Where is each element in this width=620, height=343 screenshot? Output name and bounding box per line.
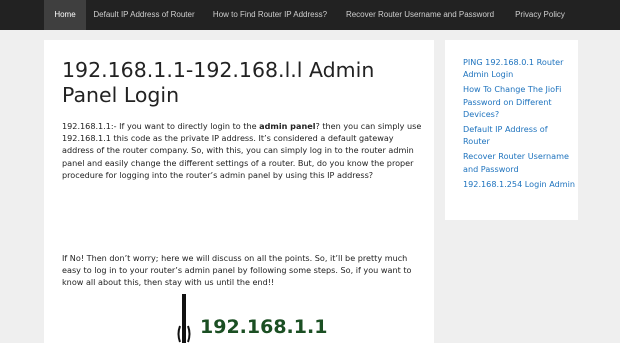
- sidebar: PING 192.168.0.1 Router Admin Login How …: [445, 40, 578, 220]
- sidebar-link-jiofi[interactable]: How To Change The JioFi Password on Diff…: [463, 83, 575, 120]
- sidebar-link-default-ip[interactable]: Default IP Address of Router: [463, 123, 575, 147]
- nav-privacy-policy[interactable]: Privacy Policy: [508, 0, 572, 30]
- sidebar-link-254[interactable]: 192.168.1.254 Login Admin: [463, 178, 575, 190]
- top-navigation: Home Default IP Address of Router How to…: [0, 0, 620, 30]
- nav-find-router-ip[interactable]: How to Find Router IP Address?: [208, 0, 332, 30]
- antenna-signal-right: [187, 325, 191, 343]
- antenna-stick: [182, 294, 186, 343]
- second-paragraph: If No! Then don’t worry; here we will di…: [62, 253, 412, 288]
- intro-text-a: 192.168.1.1:- If you want to directly lo…: [62, 121, 260, 131]
- sidebar-link-ping[interactable]: PING 192.168.0.1 Router Admin Login: [463, 56, 575, 80]
- sidebar-link-recover[interactable]: Recover Router Username and Password: [463, 150, 575, 174]
- antenna-signal-left: [177, 325, 181, 343]
- nav-home[interactable]: Home: [44, 0, 86, 30]
- router-ip-image-text: 192.168.1.1: [200, 316, 328, 338]
- nav-default-ip[interactable]: Default IP Address of Router: [88, 0, 200, 30]
- recent-posts-list: PING 192.168.0.1 Router Admin Login How …: [463, 56, 575, 193]
- intro-paragraph: 192.168.1.1:- If you want to directly lo…: [62, 120, 422, 181]
- admin-panel-keyword: admin panel: [259, 121, 316, 131]
- nav-recover-credentials[interactable]: Recover Router Username and Password: [342, 0, 498, 30]
- page-title: 192.168.1.1-192.168.l.l Admin Panel Logi…: [62, 58, 375, 107]
- article-content: 192.168.1.1-192.168.l.l Admin Panel Logi…: [44, 40, 434, 343]
